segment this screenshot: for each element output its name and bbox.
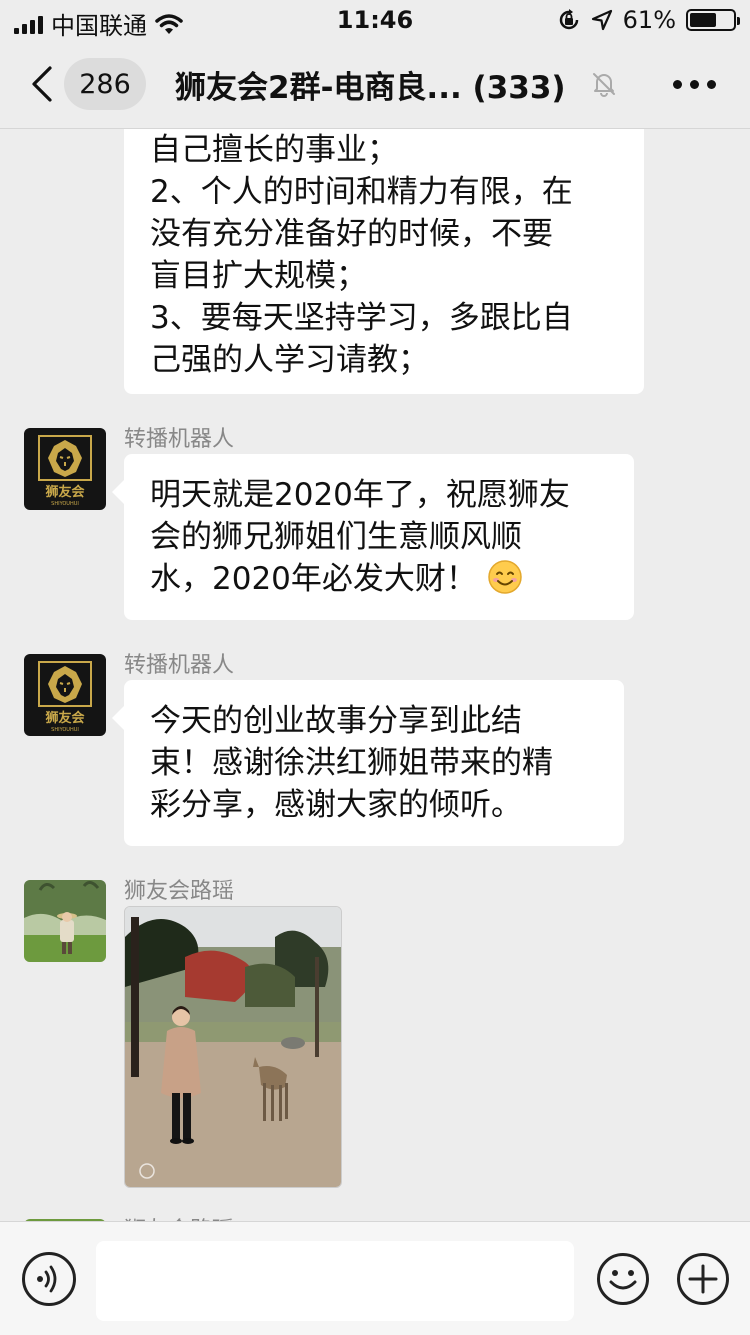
sender-name: 转播机器人 (124, 427, 235, 452)
emoji-icon[interactable] (596, 1252, 650, 1306)
message-line: 彩分享，感谢大家的倾听。 (150, 787, 522, 823)
more-dots-icon[interactable] (673, 80, 716, 89)
location-icon (591, 9, 612, 31)
battery-percent: 61% (622, 6, 676, 34)
avatar-logo-subtext: SHIYOUHUI (51, 727, 79, 733)
message-bubble[interactable]: 明天就是2020年了，祝愿狮友 会的狮兄狮姐们生意顺风顺 水，2020年必发大财… (112, 454, 634, 620)
avatar[interactable]: 狮友会 SHIYOUHUI (24, 428, 106, 510)
message-line: 会的狮兄狮姐们生意顺风顺 (150, 519, 522, 555)
battery-fill (690, 13, 716, 27)
message-line: 自己擅长的事业； (150, 132, 398, 168)
sender-name: 转播机器人 (124, 653, 235, 678)
message-line: 水，2020年必发大财！ (150, 558, 608, 600)
voice-waves-icon (37, 1265, 57, 1293)
avatar-logo-text: 狮友会 (44, 710, 85, 726)
avatar[interactable] (24, 880, 106, 962)
avatar-logo-text: 狮友会 (44, 484, 85, 500)
plus-icon[interactable] (676, 1252, 730, 1306)
sender-name: 狮友会路瑶 (124, 1212, 234, 1221)
photo-woman-with-deer (125, 907, 341, 1187)
chat-title[interactable]: 狮友会2群-电商良... (333) (175, 62, 566, 107)
message-bubble[interactable]: 今天的创业故事分享到此结 束！感谢徐洪红狮姐带来的精 彩分享，感谢大家的倾听。 (112, 680, 624, 846)
voice-icon[interactable] (22, 1252, 76, 1306)
lion-logo-icon: 狮友会 SHIYOUHUI (38, 435, 92, 507)
message-line: 今天的创业故事分享到此结 (150, 703, 522, 739)
message-bubble[interactable]: 自己擅长的事业； 2、个人的时间和精力有限，在 没有充分准备好的时候，不要 盲目… (124, 129, 644, 394)
chat-header: 286 狮友会2群-电商良... (333) (0, 40, 750, 129)
message-input[interactable] (96, 1241, 574, 1321)
input-bar (0, 1221, 750, 1335)
message-line: 己强的人学习请教； (150, 342, 429, 378)
image-message[interactable] (124, 906, 342, 1188)
message-line: 束！感谢徐洪红狮姐带来的精 (150, 745, 553, 781)
message-list[interactable]: 自己擅长的事业； 2、个人的时间和精力有限，在 没有充分准备好的时候，不要 盲目… (0, 129, 750, 1221)
message-line: 明天就是2020年了，祝愿狮友 (150, 477, 570, 513)
message-line: 2、个人的时间和精力有限，在 (150, 174, 573, 210)
lion-logo-icon: 狮友会 SHIYOUHUI (38, 661, 92, 733)
unread-count-badge[interactable]: 286 (64, 58, 146, 110)
orientation-lock-icon (559, 9, 578, 30)
user-photo-avatar (24, 880, 106, 962)
message-line-text: 水，2020年必发大财！ (150, 561, 477, 597)
mute-bell-icon (593, 73, 615, 97)
battery-icon (686, 9, 740, 31)
avatar[interactable]: 狮友会 SHIYOUHUI (24, 654, 106, 736)
message-line: 盲目扩大规模； (150, 258, 367, 294)
status-right: 61% (557, 6, 740, 34)
avatar-logo-subtext: SHIYOUHUI (51, 501, 79, 507)
back-chevron-icon[interactable] (24, 64, 64, 104)
status-bar: 中国联通 11:46 61% (0, 0, 750, 40)
smiling-face-icon (488, 560, 522, 594)
message-line: 3、要每天坚持学习，多跟比自 (150, 300, 573, 336)
message-line: 没有充分准备好的时候，不要 (150, 216, 553, 252)
sender-name: 狮友会路瑶 (124, 879, 235, 904)
